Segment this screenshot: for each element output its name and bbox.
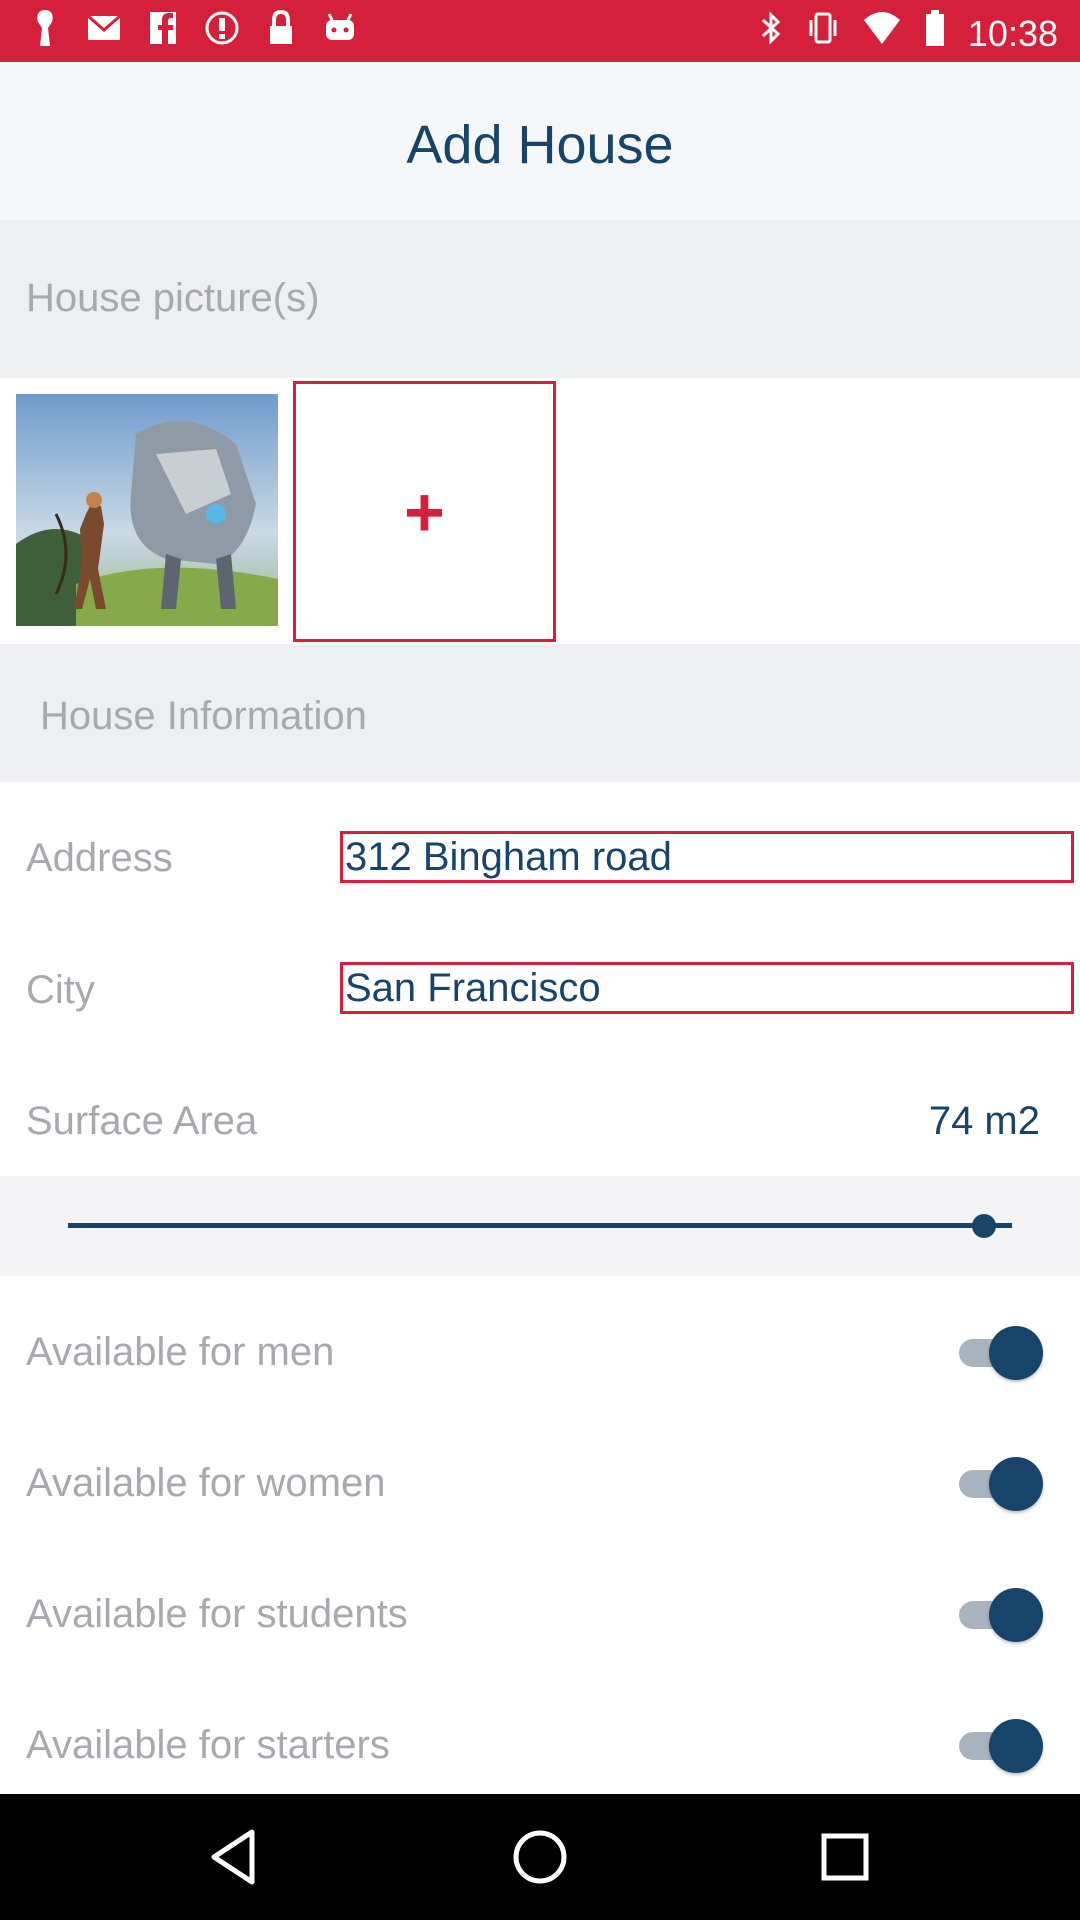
surface-area-value: 74 m2 <box>928 1099 1040 1143</box>
vibrate-icon <box>806 8 840 60</box>
toggle-label-men: Available for men <box>26 1330 335 1374</box>
android-icon <box>322 8 358 60</box>
house-pictures-row: + <box>0 378 1080 644</box>
surface-area-label: Surface Area <box>26 1099 258 1143</box>
toggle-students[interactable] <box>955 1588 1045 1642</box>
toggle-label-starters: Available for starters <box>26 1723 390 1767</box>
wifi-icon <box>862 8 902 60</box>
status-bar: 10:38 <box>0 0 1080 62</box>
plus-icon: + <box>404 472 445 551</box>
status-icons-left <box>30 8 358 60</box>
status-time: 10:38 <box>967 13 1058 54</box>
page-title: Add House <box>406 115 674 175</box>
slider-track[interactable] <box>68 1223 1012 1228</box>
add-picture-button[interactable]: + <box>293 381 556 642</box>
system-nav-bar <box>0 1794 1080 1920</box>
city-label: City <box>26 968 95 1012</box>
toggle-label-women: Available for women <box>26 1461 386 1505</box>
info-section-header: House Information <box>0 644 1080 782</box>
pictures-section-title: House picture(s) <box>26 276 320 320</box>
home-icon[interactable] <box>505 1822 575 1892</box>
house-picture-thumbnail[interactable] <box>16 394 278 626</box>
status-icons-right: 10:38 <box>758 8 1058 60</box>
back-icon[interactable] <box>200 1822 270 1892</box>
city-input[interactable] <box>340 962 1074 1014</box>
facebook-icon <box>148 8 178 60</box>
toggle-women[interactable] <box>955 1457 1045 1511</box>
info-section-title: House Information <box>40 694 367 738</box>
app-bar: Add House <box>0 62 1080 220</box>
toggle-label-students: Available for students <box>26 1592 408 1636</box>
lock-icon <box>266 8 296 60</box>
address-label: Address <box>26 836 173 880</box>
surface-area-slider[interactable] <box>0 1176 1080 1276</box>
toggle-men[interactable] <box>955 1326 1045 1380</box>
battery-icon <box>924 8 946 60</box>
toggle-starters[interactable] <box>955 1719 1045 1773</box>
notification-icon <box>30 8 60 60</box>
slider-thumb[interactable] <box>971 1214 996 1238</box>
address-input[interactable] <box>340 831 1074 883</box>
bluetooth-icon <box>758 8 784 60</box>
recents-icon[interactable] <box>810 1822 880 1892</box>
mail-icon <box>86 8 122 60</box>
alert-icon <box>204 8 240 60</box>
pictures-section-header: House picture(s) <box>0 220 1080 378</box>
